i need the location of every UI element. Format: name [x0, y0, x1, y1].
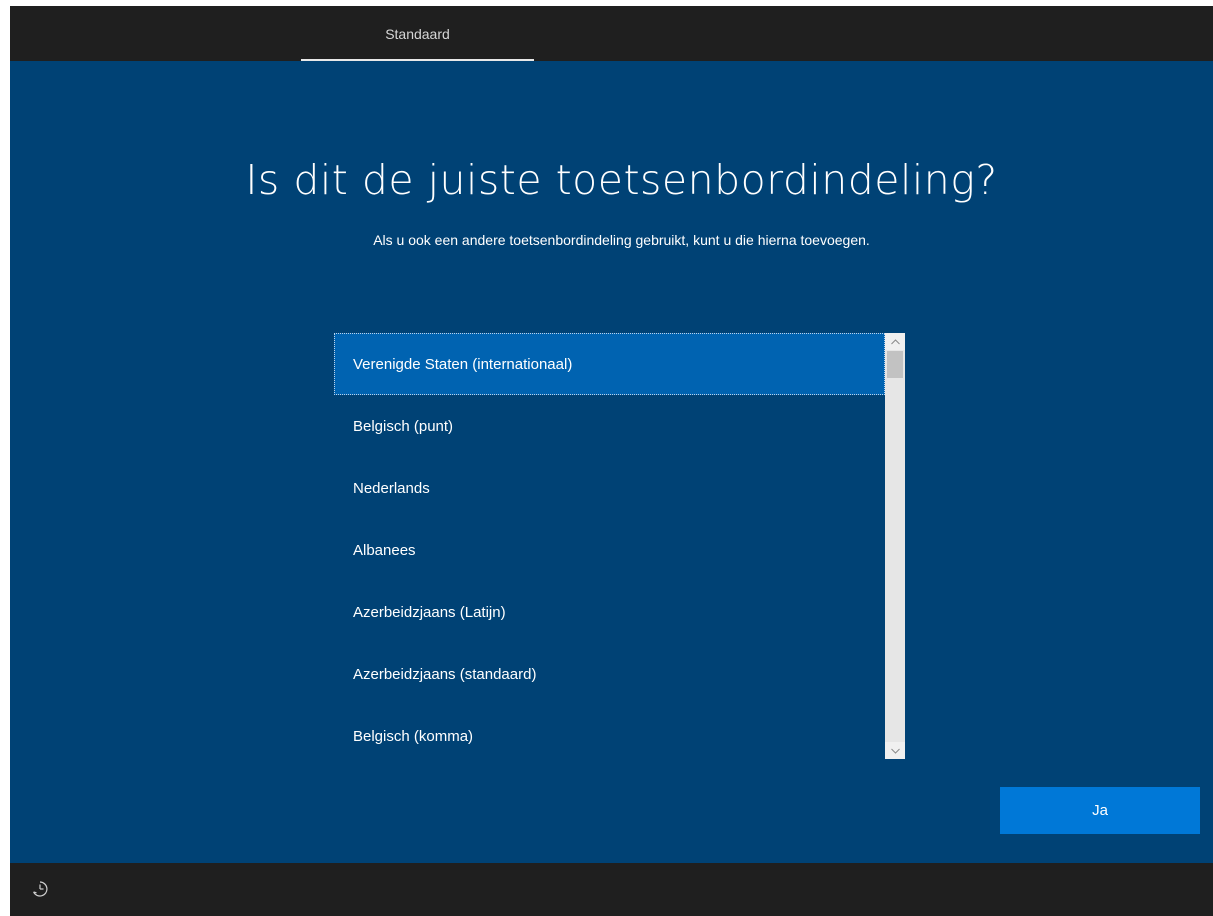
list-item[interactable]: Azerbeidzjaans (standaard) — [334, 643, 885, 705]
vertical-scrollbar[interactable] — [885, 333, 905, 759]
list-item[interactable]: Nederlands — [334, 457, 885, 519]
ease-of-access-glyph — [33, 881, 48, 897]
chevron-down-icon — [890, 748, 900, 754]
page-title: Is dit de juiste toetsenbordindeling? — [245, 156, 998, 204]
scroll-down-button[interactable] — [885, 742, 905, 759]
list-item-label: Azerbeidzjaans (standaard) — [353, 665, 537, 683]
bottom-bar — [10, 863, 1213, 916]
list-item-label: Nederlands — [353, 479, 430, 497]
list-item[interactable]: Belgisch (komma) — [334, 705, 885, 759]
oobe-window: Standaard Is dit de juiste toetsenbordin… — [10, 6, 1213, 916]
chevron-up-icon — [890, 338, 900, 344]
list-item-selected[interactable]: Verenigde Staten (internationaal) — [334, 333, 885, 395]
list-item-label: Verenigde Staten (internationaal) — [353, 355, 573, 373]
list-item-label: Belgisch (komma) — [353, 727, 474, 745]
top-bar: Standaard — [10, 6, 1213, 61]
list-item-label: Belgisch (punt) — [353, 417, 454, 435]
ja-button[interactable]: Ja — [1000, 787, 1200, 834]
list-item-label: Albanees — [353, 541, 416, 559]
list-item[interactable]: Belgisch (punt) — [334, 395, 885, 457]
ease-of-access-icon[interactable] — [30, 879, 50, 899]
list-item[interactable]: Albanees — [334, 519, 885, 581]
keyboard-layout-list: Verenigde Staten (internationaal) Belgis… — [334, 333, 885, 759]
keyboard-layout-listbox[interactable]: Verenigde Staten (internationaal) Belgis… — [334, 333, 905, 759]
list-item[interactable]: Azerbeidzjaans (Latijn) — [334, 581, 885, 643]
tab-active-indicator — [301, 59, 534, 61]
page-subtitle: Als u ook een andere toetsenbordindeling… — [373, 232, 870, 248]
tab-standaard[interactable]: Standaard — [301, 6, 534, 61]
tab-label: Standaard — [385, 25, 450, 42]
scroll-up-button[interactable] — [885, 333, 905, 350]
list-item-label: Azerbeidzjaans (Latijn) — [353, 603, 506, 621]
scroll-thumb[interactable] — [887, 351, 903, 378]
